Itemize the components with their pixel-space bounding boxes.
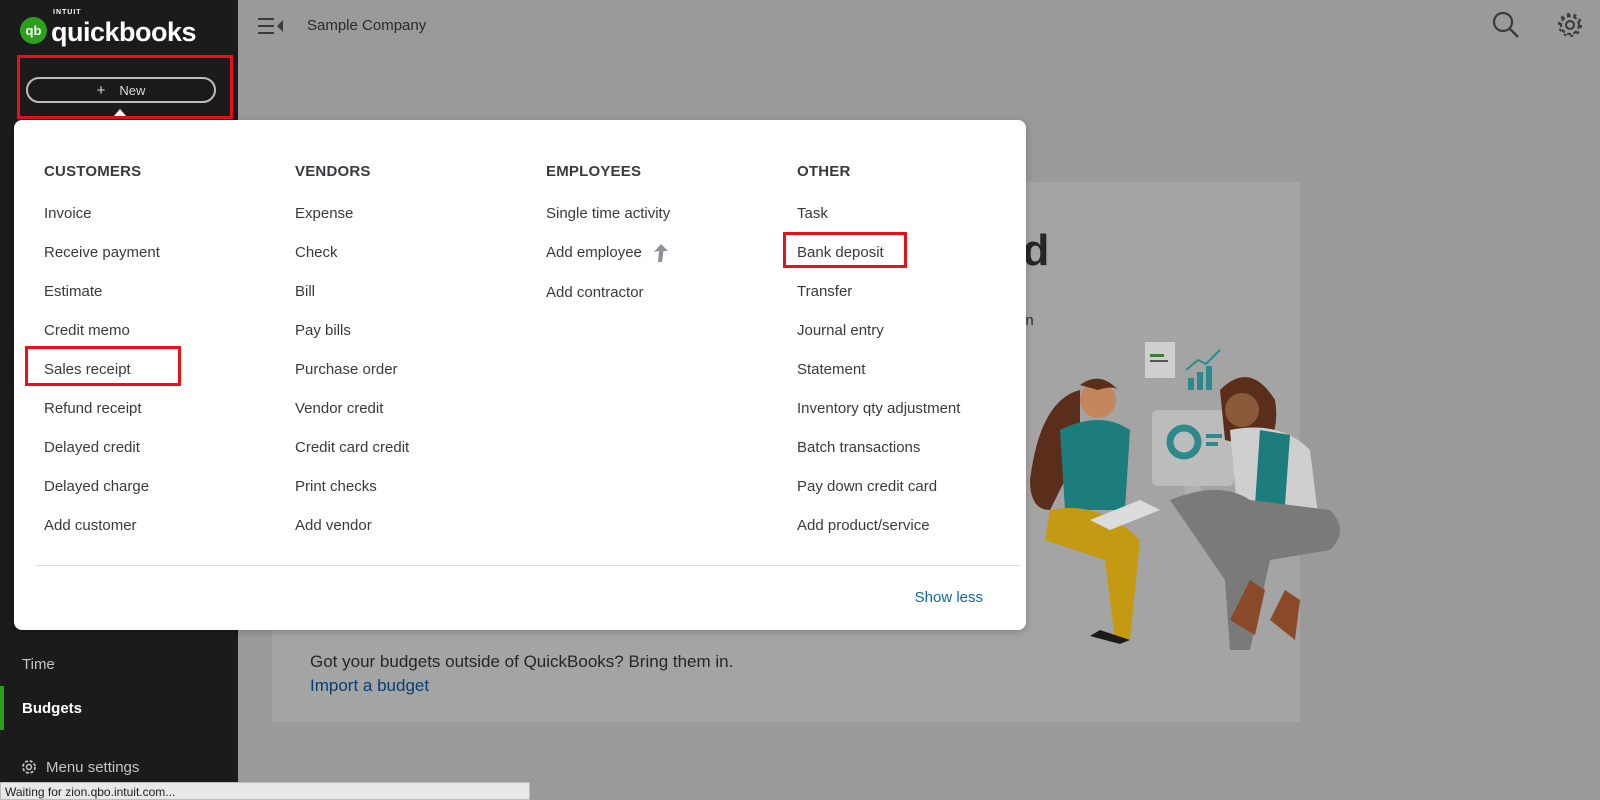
menu-item-task[interactable]: Task [797,205,828,222]
import-budget-link[interactable]: Import a budget [310,676,429,696]
menu-collapse-icon[interactable] [258,16,284,36]
menu-item-pay-bills[interactable]: Pay bills [295,322,351,339]
menu-item-inventory-qty-adjustment[interactable]: Inventory qty adjustment [797,400,960,417]
other-heading: OTHER [797,163,851,180]
menu-settings-label: Menu settings [46,758,140,776]
new-button[interactable]: + New [26,77,216,103]
menu-item-add-product-service[interactable]: Add product/service [797,517,930,534]
qb-logo-icon: qb [20,16,47,44]
customers-heading: CUSTOMERS [44,163,142,180]
employees-heading: EMPLOYEES [546,163,642,180]
menu-item-estimate[interactable]: Estimate [44,283,102,300]
sales-receipt-highlight [25,346,181,386]
menu-item-invoice[interactable]: Invoice [44,205,92,222]
bank-deposit-highlight [783,232,907,268]
menu-item-statement[interactable]: Statement [797,361,865,378]
gear-icon[interactable] [1556,11,1584,39]
intuit-wordmark: INTUIT [53,9,82,16]
add-employee-label: Add employee [546,244,642,261]
menu-item-batch-transactions[interactable]: Batch transactions [797,439,920,456]
quickbooks-wordmark: quickbooks [51,17,197,47]
panel-divider [36,565,1020,566]
menu-item-expense[interactable]: Expense [295,205,353,222]
plus-icon: + [96,81,106,99]
menu-settings[interactable]: Menu settings [20,758,139,776]
show-less-link[interactable]: Show less [915,589,983,606]
gear-icon [22,760,36,774]
employees-column: EMPLOYEES Single time activity Add emplo… [546,163,670,301]
menu-item-add-vendor[interactable]: Add vendor [295,517,372,534]
menu-item-check[interactable]: Check [295,244,338,261]
new-menu-panel: CUSTOMERS Invoice Receive payment Estima… [14,120,1026,630]
dropdown-caret [114,109,126,116]
menu-item-credit-card-credit[interactable]: Credit card credit [295,439,409,456]
menu-item-add-employee[interactable]: Add employee [546,244,669,263]
active-indicator [0,686,4,730]
menu-item-bill[interactable]: Bill [295,283,315,300]
company-name[interactable]: Sample Company [307,17,426,34]
menu-item-transfer[interactable]: Transfer [797,283,852,300]
browser-status-bar: Waiting for zion.qbo.intuit.com... [0,782,530,800]
sidebar-item-time[interactable]: Time [22,656,55,673]
menu-item-pay-down-credit-card[interactable]: Pay down credit card [797,478,937,495]
upgrade-arrow-icon [654,244,669,263]
menu-item-print-checks[interactable]: Print checks [295,478,377,495]
search-icon[interactable] [1492,11,1520,39]
menu-item-vendor-credit[interactable]: Vendor credit [295,400,383,417]
budget-import-prompt: Got your budgets outside of QuickBooks? … [310,652,734,671]
vendors-heading: VENDORS [295,163,371,180]
vendors-column: VENDORS Expense Check Bill Pay bills Pur… [295,163,409,534]
menu-item-add-contractor[interactable]: Add contractor [546,284,644,301]
new-button-label: New [119,82,146,98]
menu-item-delayed-charge[interactable]: Delayed charge [44,478,149,495]
menu-item-purchase-order[interactable]: Purchase order [295,361,398,378]
other-column: OTHER Task Bank deposit Transfer Journal… [797,163,960,534]
menu-item-refund-receipt[interactable]: Refund receipt [44,400,142,417]
menu-item-receive-payment[interactable]: Receive payment [44,244,160,261]
menu-item-credit-memo[interactable]: Credit memo [44,322,130,339]
menu-item-delayed-credit[interactable]: Delayed credit [44,439,140,456]
menu-item-add-customer[interactable]: Add customer [44,517,137,534]
menu-item-journal-entry[interactable]: Journal entry [797,322,884,339]
people-collaborating-illustration [1030,342,1340,650]
customers-column: CUSTOMERS Invoice Receive payment Estima… [44,163,160,534]
menu-item-single-time-activity[interactable]: Single time activity [546,205,670,222]
sidebar-item-budgets[interactable]: Budgets [22,700,82,717]
quickbooks-logo[interactable]: qb INTUIT quickbooks [20,9,197,48]
